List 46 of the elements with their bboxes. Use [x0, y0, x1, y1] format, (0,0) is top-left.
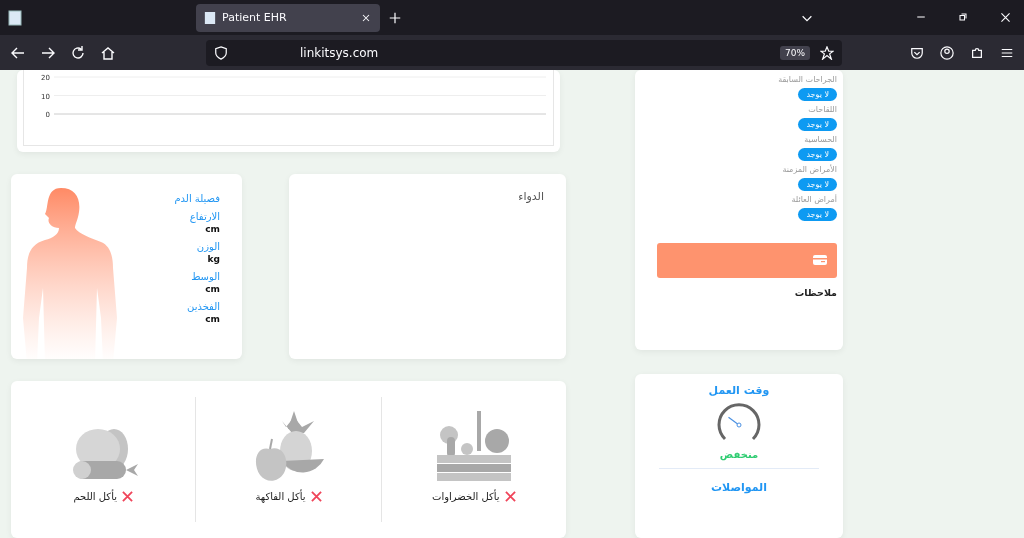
diet-label: يأكل الفاكهة — [255, 491, 306, 502]
lifestyle-title: المواصلات — [711, 480, 767, 494]
pocket-icon[interactable] — [910, 45, 924, 60]
status-badge: لا يوجد — [798, 117, 837, 131]
measure-label: الفخذين — [187, 301, 220, 312]
diet-label: يأكل اللحم — [73, 491, 117, 502]
card-icon — [813, 255, 827, 266]
blood-type-label: فصيلة الدم — [174, 193, 220, 204]
zoom-level[interactable]: 70% — [780, 45, 810, 60]
address-bar[interactable]: linkitsys.com 70% — [206, 39, 842, 66]
restore-icon[interactable] — [957, 11, 969, 23]
document-icon — [8, 9, 22, 26]
status-badge: لا يوجد — [798, 147, 837, 161]
lifestyle-title: وقت العمل — [708, 383, 770, 397]
diet-label: يأكل الخضراوات — [432, 491, 500, 502]
status-badge: لا يوجد — [798, 177, 837, 191]
measure-label: الوزن — [196, 241, 220, 252]
document-icon — [204, 10, 216, 25]
close-icon[interactable] — [999, 11, 1012, 24]
measure-unit: cm — [205, 314, 220, 324]
medicine-title: الدواء — [518, 190, 544, 203]
reload-icon[interactable] — [70, 44, 86, 61]
history-label: اللقاحات — [808, 104, 837, 114]
vegetable-crate-icon — [436, 411, 511, 483]
gauge-icon — [717, 402, 761, 443]
plus-icon[interactable] — [388, 10, 402, 25]
notes-title: ملاحظات — [794, 286, 837, 298]
history-label: الأمراض المزمنة — [782, 164, 837, 174]
measure-unit: kg — [207, 254, 220, 264]
measure-unit: cm — [205, 284, 220, 294]
browser-tab[interactable]: Patient EHR — [196, 3, 380, 32]
measure-label: الوسط — [191, 271, 220, 282]
account-icon[interactable] — [940, 45, 954, 60]
star-icon[interactable] — [820, 45, 834, 60]
status-badge: لا يوجد — [798, 87, 837, 101]
tab-title: Patient EHR — [222, 11, 287, 24]
history-label: الجراحات السابقة — [778, 74, 837, 84]
measure-unit: cm — [205, 224, 220, 234]
home-icon[interactable] — [100, 44, 116, 61]
lifestyle-reading: منخفض — [719, 448, 759, 460]
history-label: الحساسية — [804, 134, 837, 144]
url-text: linkitsys.com — [300, 45, 379, 60]
measure-label: الارتفاع — [189, 211, 220, 222]
history-label: أمراض العائلة — [791, 194, 837, 204]
shield-icon[interactable] — [214, 45, 228, 60]
status-badge: لا يوجد — [798, 207, 837, 221]
